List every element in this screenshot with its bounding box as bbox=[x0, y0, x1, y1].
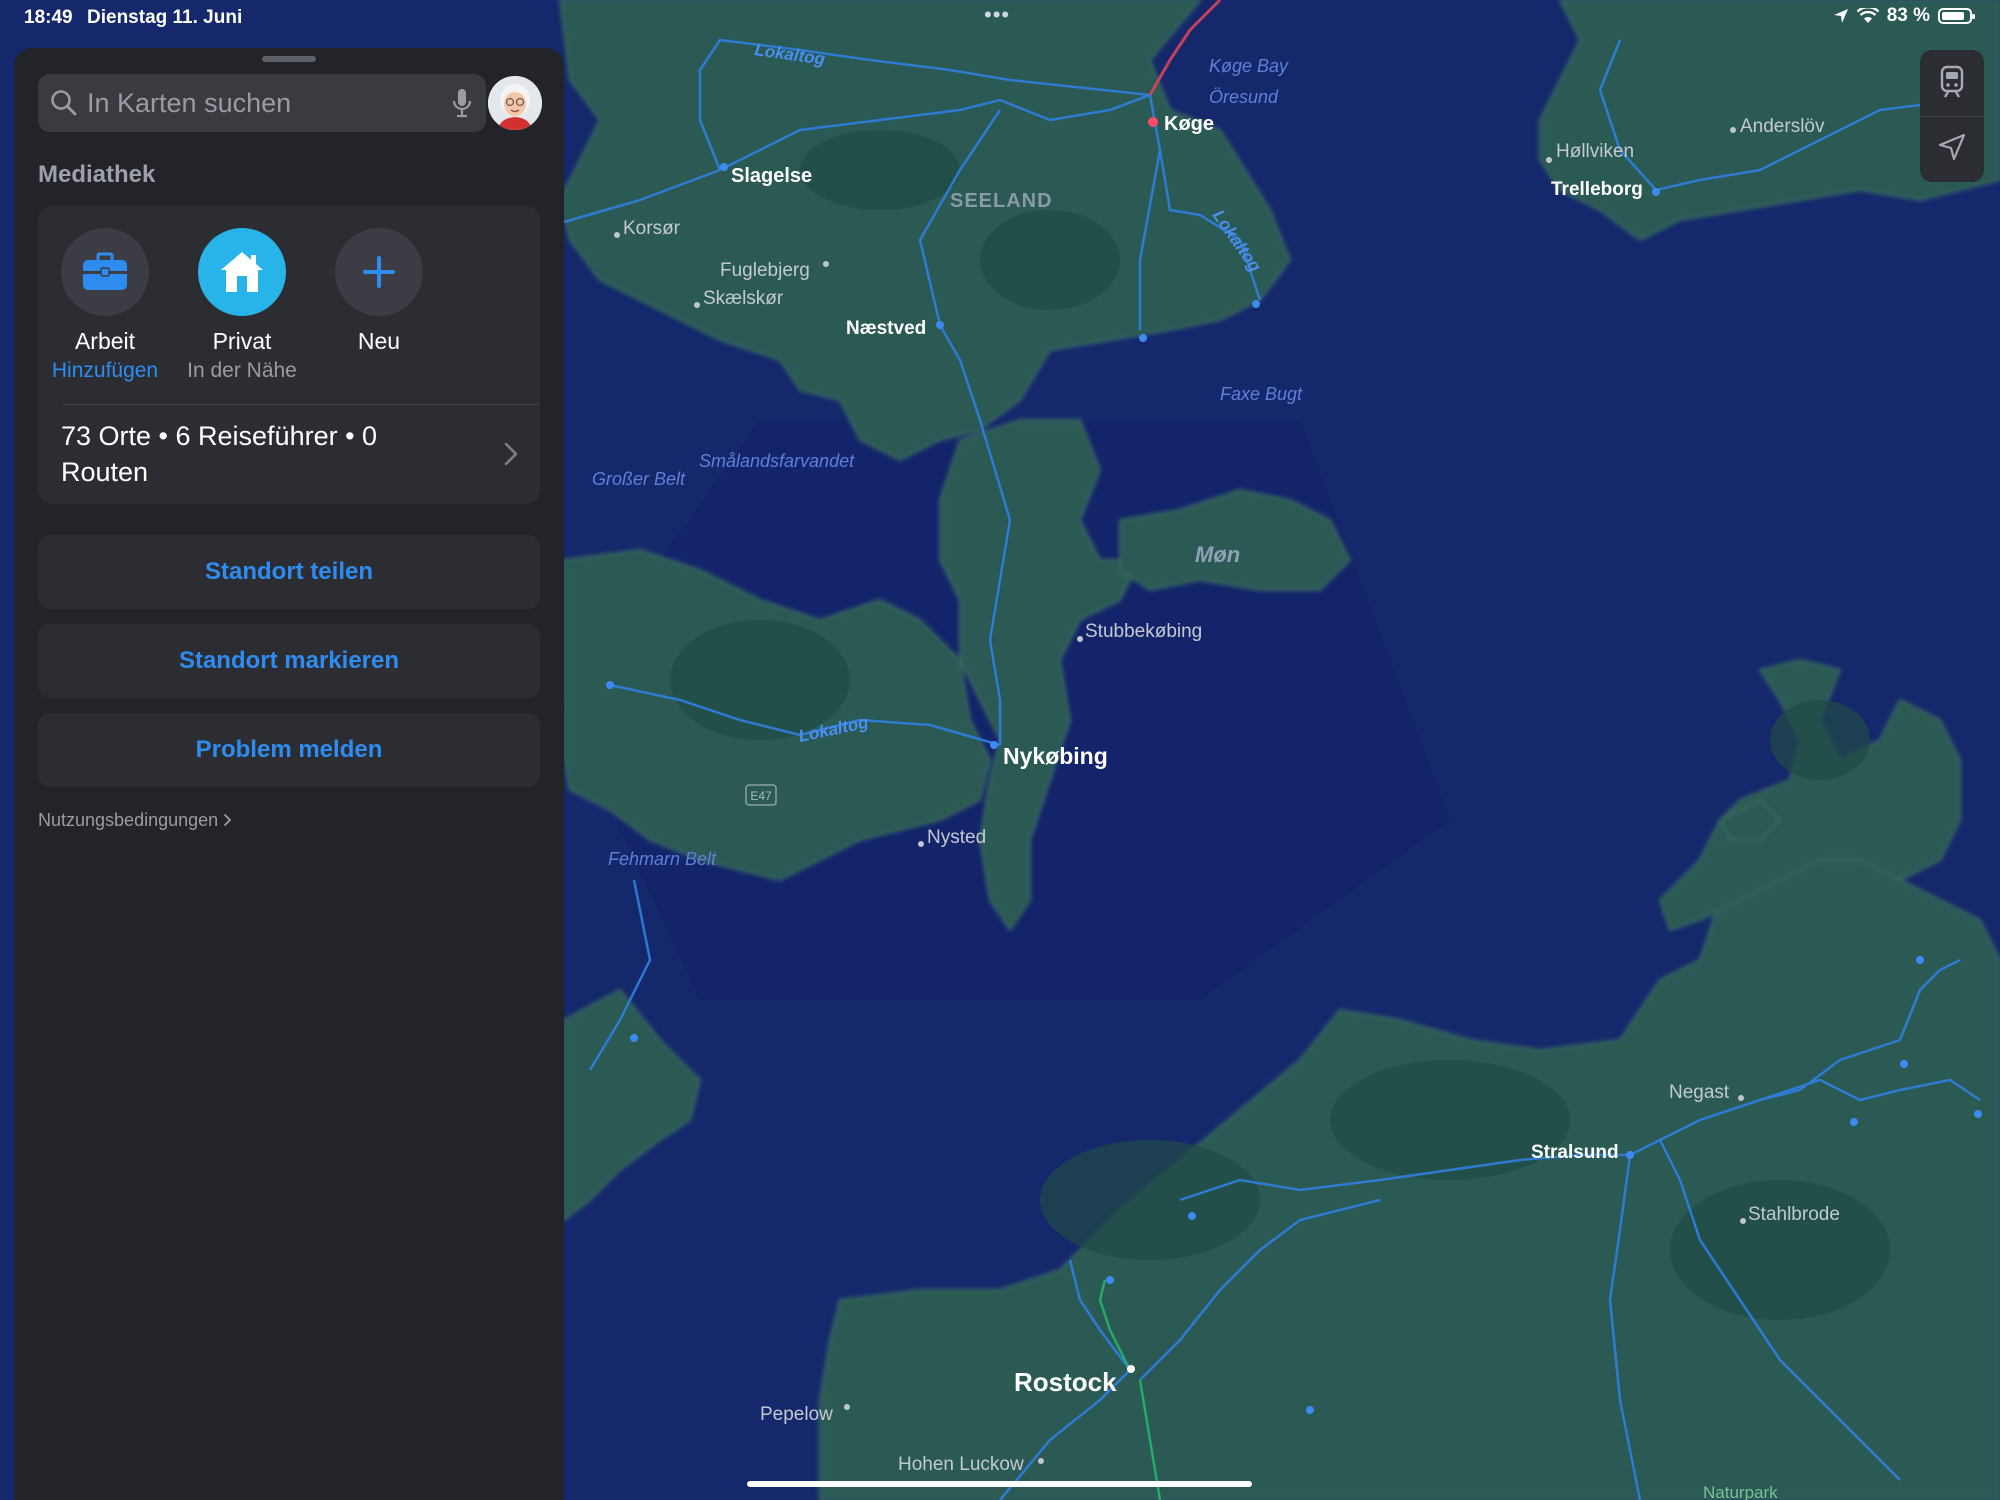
library-title: Mediathek bbox=[38, 161, 156, 188]
memoji-avatar-icon bbox=[488, 76, 542, 130]
chevron-right-icon[interactable] bbox=[504, 442, 518, 466]
road-shield-e47: E47 bbox=[750, 789, 772, 803]
transit-train-icon[interactable] bbox=[1938, 65, 1966, 99]
favorite-work-circle bbox=[61, 228, 149, 316]
share-location-button[interactable]: Standort teilen bbox=[38, 535, 540, 609]
house-icon bbox=[221, 252, 263, 292]
chevron-right-small-icon bbox=[224, 813, 232, 827]
place-fuglebjerg[interactable]: Fuglebjerg bbox=[720, 260, 810, 281]
favorite-work-label: Arbeit bbox=[74, 328, 136, 354]
place-korsor[interactable]: Korsør bbox=[623, 218, 681, 239]
favorite-work-add[interactable]: Hinzufügen bbox=[40, 359, 170, 383]
terms-label: Nutzungsbedingungen bbox=[38, 810, 219, 830]
wifi-icon bbox=[1856, 8, 1879, 23]
place-rostock[interactable]: Rostock bbox=[1014, 1367, 1117, 1397]
search-field[interactable]: In Karten suchen bbox=[38, 74, 486, 132]
briefcase-icon bbox=[83, 252, 127, 290]
status-time: 18:49 bbox=[24, 7, 73, 28]
place-skaelskor[interactable]: Skælskør bbox=[703, 288, 784, 309]
favorite-home-circle bbox=[198, 228, 286, 316]
favorite-work[interactable]: Arbeit Hinzufügen bbox=[40, 228, 170, 383]
place-stubbekobing[interactable]: Stubbekøbing bbox=[1085, 621, 1202, 642]
sidebar-panel: In Karten suchen Mediathek Arbeit Hinzuf… bbox=[14, 48, 564, 1500]
location-arrow-icon bbox=[1833, 9, 1848, 23]
favorite-home[interactable]: Privat In der Nähe bbox=[177, 228, 307, 383]
battery-percentage: 83 % bbox=[1886, 5, 1930, 26]
status-bar: 18:49 Dienstag 11. Juni ••• 83 % bbox=[0, 0, 2000, 36]
favorite-home-sub: In der Nähe bbox=[187, 359, 297, 382]
place-stahlbrode[interactable]: Stahlbrode bbox=[1748, 1204, 1840, 1225]
status-date: Dienstag 11. Juni bbox=[87, 7, 243, 28]
plus-icon bbox=[363, 256, 395, 288]
favorite-new[interactable]: Neu bbox=[314, 228, 444, 355]
search-placeholder: In Karten suchen bbox=[87, 88, 292, 118]
place-slagelse[interactable]: Slagelse bbox=[731, 165, 812, 187]
region-seeland: SEELAND bbox=[950, 190, 1053, 212]
favorite-new-circle bbox=[335, 228, 423, 316]
library-card: Arbeit Hinzufügen Privat In der Nähe Neu… bbox=[38, 206, 540, 504]
favorite-new-label: Neu bbox=[357, 328, 401, 354]
place-negast[interactable]: Negast bbox=[1669, 1082, 1730, 1103]
microphone-icon[interactable] bbox=[452, 88, 472, 118]
place-hollviken[interactable]: Høllviken bbox=[1556, 141, 1634, 162]
place-nysted[interactable]: Nysted bbox=[927, 827, 986, 848]
place-pepelow[interactable]: Pepelow bbox=[760, 1404, 833, 1425]
water-smalandsfarvandet: Smålandsfarvandet bbox=[699, 451, 855, 471]
map-controls bbox=[1920, 50, 1984, 182]
place-hohen-luckow[interactable]: Hohen Luckow bbox=[898, 1454, 1024, 1475]
multitasking-dots-icon[interactable]: ••• bbox=[984, 2, 1010, 28]
place-stralsund[interactable]: Stralsund bbox=[1531, 1142, 1619, 1163]
water-faxe-bugt: Faxe Bugt bbox=[1220, 384, 1303, 404]
water-grosser-belt: Großer Belt bbox=[592, 469, 686, 489]
battery-icon bbox=[1938, 8, 1975, 24]
map-controls-divider bbox=[1920, 116, 1984, 117]
place-nykobing[interactable]: Nykøbing bbox=[1003, 743, 1108, 769]
place-anderslov[interactable]: Anderslöv bbox=[1740, 116, 1825, 137]
place-trelleborg[interactable]: Trelleborg bbox=[1551, 179, 1643, 200]
naturpark-label: Naturpark bbox=[1703, 1483, 1778, 1500]
location-arrow-button-icon[interactable] bbox=[1938, 133, 1966, 161]
panel-grabber[interactable] bbox=[262, 56, 316, 62]
card-divider bbox=[62, 404, 540, 405]
search-icon bbox=[51, 90, 77, 116]
report-problem-button[interactable]: Problem melden bbox=[38, 713, 540, 787]
library-stats[interactable]: 73 Orte • 6 Reiseführer • 0 Routen bbox=[61, 418, 441, 490]
island-mon: Møn bbox=[1195, 542, 1240, 567]
home-indicator[interactable] bbox=[747, 1481, 1252, 1487]
water-fehmarn-belt: Fehmarn Belt bbox=[608, 849, 717, 869]
water-koge-bay: Køge Bay bbox=[1209, 56, 1289, 76]
terms-link[interactable]: Nutzungsbedingungen bbox=[38, 810, 232, 831]
favorite-home-label: Privat bbox=[212, 328, 272, 354]
place-koge[interactable]: Køge bbox=[1164, 113, 1214, 135]
avatar[interactable] bbox=[488, 76, 542, 130]
mark-location-button[interactable]: Standort markieren bbox=[38, 624, 540, 698]
place-naestved[interactable]: Næstved bbox=[846, 318, 926, 339]
water-oresund: Öresund bbox=[1209, 87, 1279, 107]
